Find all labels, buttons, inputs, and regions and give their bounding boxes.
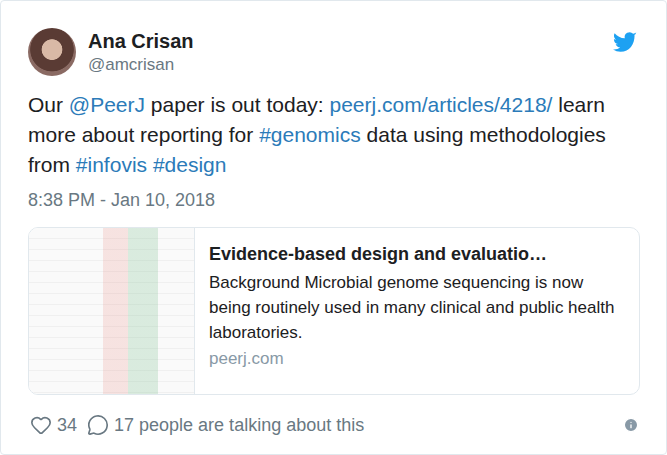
tweet-header: Ana Crisan@amcrisan (28, 28, 639, 76)
author-name[interactable]: Ana Crisan (88, 29, 601, 54)
tweet-link[interactable]: peerj.com/articles/4218/ (329, 93, 552, 116)
author-handle[interactable]: @amcrisan (88, 54, 601, 76)
card-text: Evidence-based design and evaluatio… Back… (195, 228, 639, 394)
card-domain: peerj.com (209, 348, 625, 370)
like-count: 34 (57, 413, 77, 437)
talking-stat[interactable]: 17 people are talking about this (87, 413, 364, 437)
tweet-link[interactable]: #infovis (76, 153, 147, 176)
heart-icon[interactable] (30, 414, 52, 436)
tweet-link[interactable]: #design (153, 153, 227, 176)
tweet-text: Our @PeerJ paper is out today: peerj.com… (28, 90, 646, 180)
tweet-link[interactable]: #genomics (259, 123, 361, 146)
card-description: Background Microbial genome sequencing i… (209, 270, 625, 345)
card-title[interactable]: Evidence-based design and evaluatio… (209, 242, 625, 266)
tweet-text-segment: Our (28, 93, 69, 116)
card-thumbnail[interactable] (29, 228, 195, 394)
twitter-bird-icon[interactable] (613, 30, 637, 54)
tweet-card: Ana Crisan@amcrisan Our @PeerJ paper is o… (0, 0, 667, 455)
tweet-text-segment: paper is out today: (145, 93, 329, 116)
tweet-time[interactable]: 8:38 PM - Jan 10, 2018 (28, 188, 639, 212)
tweet-text-segment (147, 153, 153, 176)
avatar-icon[interactable] (28, 28, 76, 76)
tweet-link[interactable]: @PeerJ (69, 93, 145, 116)
like-stat[interactable]: 34 (30, 413, 77, 437)
author-block: Ana Crisan@amcrisan (88, 29, 601, 76)
tweet-footer: 34 17 people are talking about this (28, 413, 639, 437)
info-icon[interactable] (623, 417, 639, 433)
link-card[interactable]: Evidence-based design and evaluatio… Back… (28, 227, 640, 395)
talking-text: 17 people are talking about this (114, 413, 364, 437)
comment-icon[interactable] (87, 414, 109, 436)
